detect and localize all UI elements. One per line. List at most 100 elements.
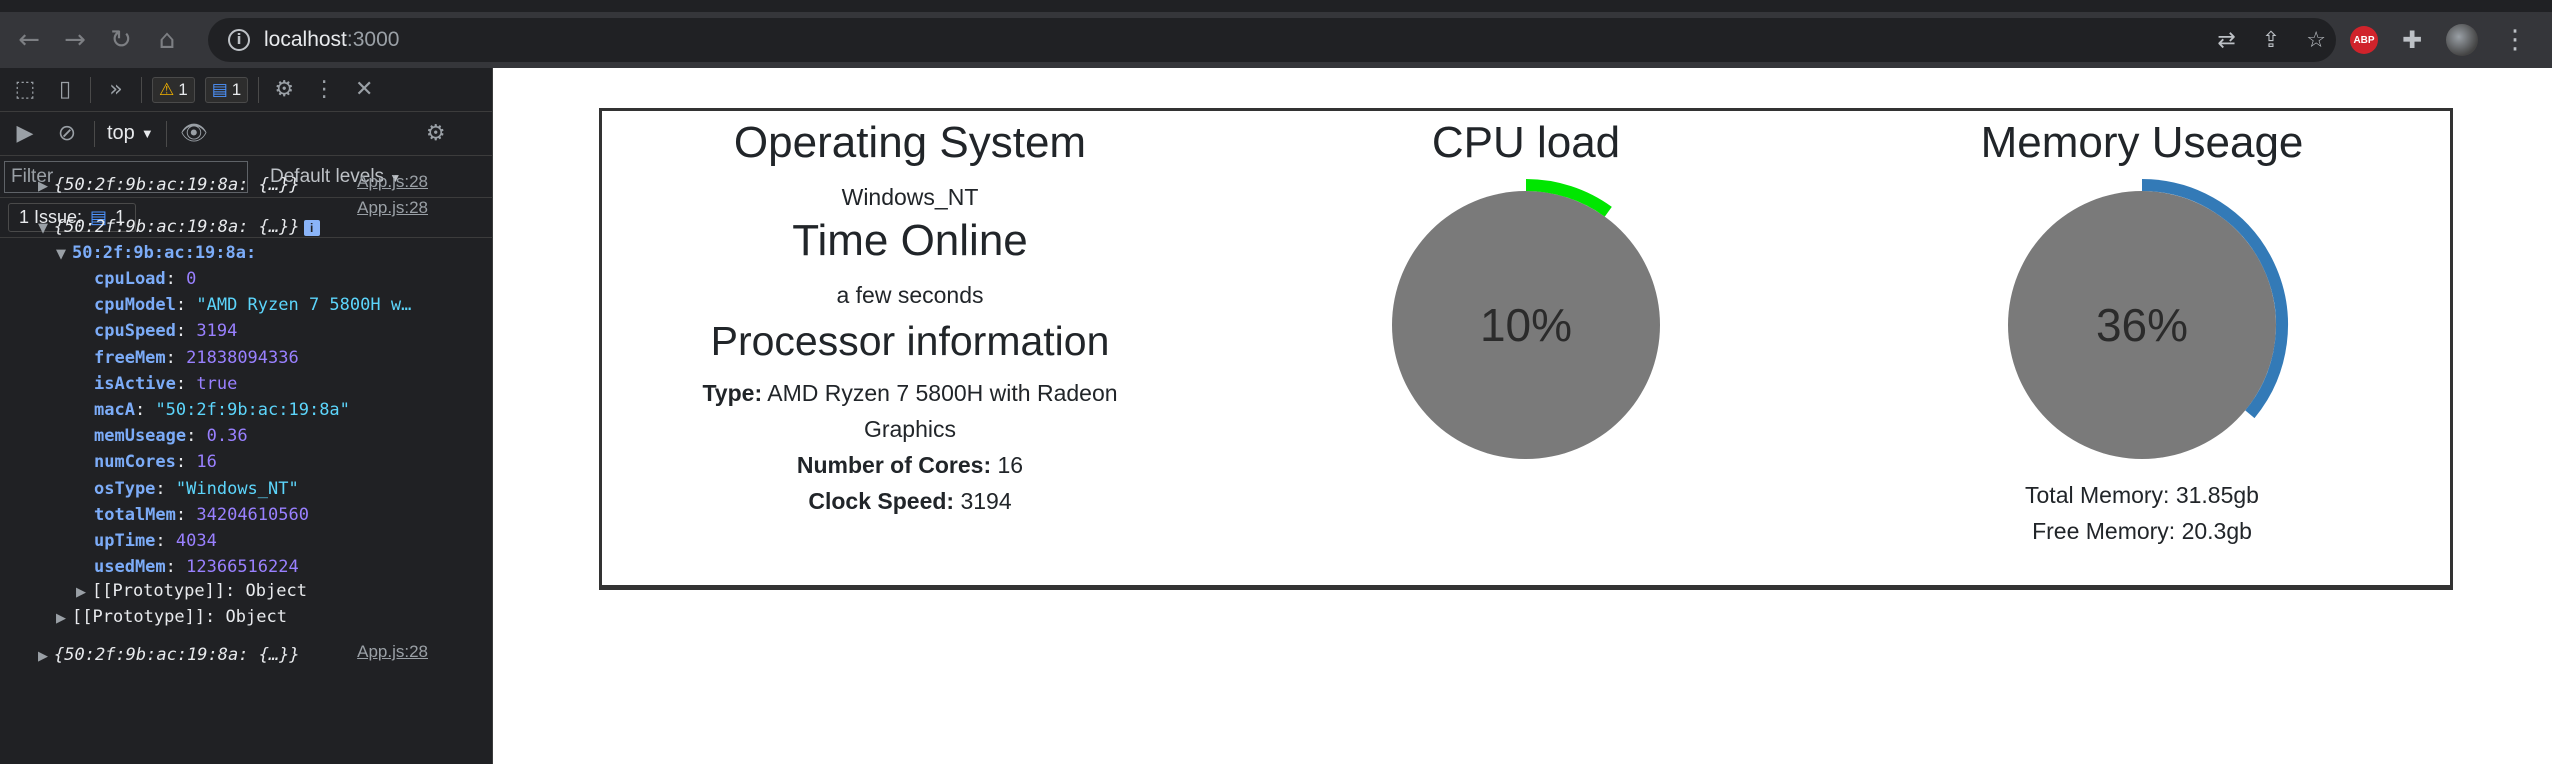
warning-count: 1 bbox=[178, 79, 188, 99]
close-icon[interactable]: ✕ bbox=[349, 77, 379, 102]
property-key: usedMem bbox=[94, 557, 166, 578]
forward-icon[interactable]: → bbox=[52, 17, 98, 63]
console-property-upTime[interactable]: upTime: 4034 bbox=[0, 528, 217, 554]
cpu-gauge-svg: 10% bbox=[1392, 179, 1660, 459]
cpu-percent-label: 10% bbox=[1480, 299, 1572, 351]
property-key: memUseage bbox=[94, 426, 187, 447]
property-value: 4034 bbox=[175, 531, 217, 551]
source-link[interactable]: App.js:28 bbox=[357, 172, 428, 192]
translate-icon[interactable]: ⇄ bbox=[2217, 28, 2235, 53]
back-icon[interactable]: ← bbox=[6, 17, 52, 63]
property-value: 3194 bbox=[196, 321, 238, 342]
console-property-totalMem[interactable]: totalMem: 34204610560 bbox=[0, 502, 309, 528]
clear-console-icon[interactable]: ⊘ bbox=[52, 121, 82, 146]
console-property-cpuModel[interactable]: cpuModel: "AMD Ryzen 7 5800H w… bbox=[0, 292, 411, 318]
info-icon[interactable]: i bbox=[303, 220, 320, 236]
free-memory: Free Memory: 20.3gb bbox=[2032, 518, 2252, 544]
total-memory: Total Memory: 31.85gb bbox=[2025, 482, 2259, 508]
settings-gear-icon[interactable]: ⚙ bbox=[269, 77, 299, 102]
home-icon[interactable]: ⌂ bbox=[144, 17, 190, 63]
property-value: 16 bbox=[196, 452, 217, 473]
divider bbox=[90, 76, 91, 103]
property-key: cpuLoad bbox=[94, 269, 166, 289]
property-value: 34204610560 bbox=[196, 504, 309, 525]
property-value: 0 bbox=[186, 269, 197, 289]
adblock-extension-icon[interactable]: ABP bbox=[2350, 26, 2378, 54]
console-property-usedMem[interactable]: usedMem: 12366516224 bbox=[0, 554, 299, 580]
console-property-numCores[interactable]: numCores: 16 bbox=[0, 449, 217, 475]
property-key: cpuSpeed bbox=[94, 321, 176, 342]
source-link[interactable]: App.js:28 bbox=[357, 642, 428, 662]
time-online-value: a few seconds bbox=[836, 282, 984, 308]
divider bbox=[141, 76, 142, 103]
live-expression-eye-icon[interactable]: 👁 bbox=[179, 121, 209, 146]
console-property-isActive[interactable]: isActive: true bbox=[0, 371, 237, 397]
memory-column: Memory Useage 36% Total Memory: 31.85gb … bbox=[1834, 111, 2450, 549]
property-key: totalMem bbox=[94, 504, 176, 525]
console-property-osType[interactable]: osType: "Windows_NT" bbox=[0, 476, 299, 502]
property-key: freeMem bbox=[94, 347, 166, 368]
url-text: localhost:3000 bbox=[264, 28, 400, 51]
processor-type: Type: AMD Ryzen 7 5800H with Radeon Grap… bbox=[702, 380, 1118, 442]
property-value: "AMD Ryzen 7 5800H w… bbox=[196, 295, 412, 316]
property-value: "50:2f:9b:ac:19:8a" bbox=[155, 400, 350, 420]
profile-avatar[interactable] bbox=[2446, 24, 2479, 56]
console-property-cpuLoad[interactable]: cpuLoad: 0 bbox=[0, 266, 196, 292]
system-info-panel: Operating System Windows_NT Time Online … bbox=[599, 108, 2453, 590]
warnings-badge[interactable]: ⚠ 1 bbox=[152, 76, 195, 103]
memory-gauge: 36% bbox=[1992, 175, 2292, 475]
property-value: 21838094336 bbox=[186, 347, 299, 368]
console-toolbar: ▶ ⊘ top ▼ 👁 ⚙ bbox=[0, 112, 492, 156]
reload-icon[interactable]: ↻ bbox=[98, 17, 144, 63]
property-key: upTime bbox=[94, 531, 156, 551]
property-key: cpuModel bbox=[94, 295, 176, 316]
inspect-element-icon[interactable]: ⬚ bbox=[10, 77, 40, 102]
message-count: 1 bbox=[231, 79, 242, 99]
console-output: ▶ {50:2f:9b:ac:19:8a: {…}} App.js:28 App.… bbox=[0, 172, 470, 696]
cpu-heading: CPU load bbox=[1431, 118, 1621, 167]
cpu-column: CPU load 10% bbox=[1218, 111, 1834, 475]
sidebar-toggle-icon[interactable]: ▶ bbox=[10, 121, 40, 146]
message-icon: ▤ bbox=[211, 79, 228, 100]
web-page: Operating System Windows_NT Time Online … bbox=[494, 68, 2552, 764]
divider bbox=[94, 120, 95, 147]
console-log-entry[interactable]: ▶ {50:2f:9b:ac:19:8a: {…}} bbox=[0, 642, 300, 668]
console-log-entry[interactable]: ▶ {50:2f:9b:ac:19:8a: {…}} bbox=[0, 172, 300, 198]
warning-icon: ⚠ bbox=[159, 79, 175, 100]
time-online-heading: Time Online bbox=[792, 216, 1028, 265]
property-key: osType bbox=[94, 478, 156, 499]
browser-menu-icon[interactable]: ⋮ bbox=[2502, 25, 2528, 55]
expanded-key-row[interactable]: ▼ 50:2f:9b:ac:19:8a: bbox=[0, 240, 256, 266]
devtools-toolbar: ⬚ ▯ » ⚠ 1 ▤ 1 ⚙ ⋮ ✕ bbox=[0, 68, 492, 112]
device-toggle-icon[interactable]: ▯ bbox=[50, 77, 80, 102]
console-property-freeMem[interactable]: freeMem: 21838094336 bbox=[0, 345, 299, 371]
console-property-memUseage[interactable]: memUseage: 0.36 bbox=[0, 423, 248, 449]
property-value: 0.36 bbox=[206, 426, 248, 447]
property-key: isActive bbox=[94, 373, 176, 394]
prototype-row[interactable]: ▶ [[Prototype]]: Object bbox=[0, 578, 307, 604]
console-property-cpuSpeed[interactable]: cpuSpeed: 3194 bbox=[0, 318, 237, 344]
memory-heading: Memory Useage bbox=[1980, 118, 2304, 167]
dropdown-arrow-icon: ▼ bbox=[140, 126, 154, 141]
property-value: true bbox=[196, 373, 238, 394]
console-settings-gear-icon[interactable]: ⚙ bbox=[421, 121, 451, 146]
bookmark-star-icon[interactable]: ☆ bbox=[2306, 28, 2326, 53]
os-value: Windows_NT bbox=[841, 184, 979, 210]
source-link[interactable]: App.js:28 bbox=[357, 198, 428, 218]
prototype-row[interactable]: ▶ [[Prototype]]: Object bbox=[0, 604, 287, 630]
processor-heading: Processor information bbox=[710, 318, 1110, 364]
site-info-icon[interactable]: i bbox=[228, 29, 250, 51]
console-property-macA[interactable]: macA: "50:2f:9b:ac:19:8a" bbox=[0, 397, 350, 423]
extensions-icon[interactable]: ✚ bbox=[2402, 26, 2422, 54]
property-key: macA bbox=[94, 400, 135, 420]
console-log-entry-expanded[interactable]: ▼ {50:2f:9b:ac:19:8a: {…}} i bbox=[0, 214, 320, 240]
share-icon[interactable]: ⇪ bbox=[2262, 28, 2280, 53]
cpu-gauge: 10% bbox=[1376, 175, 1676, 475]
context-selector[interactable]: top ▼ bbox=[107, 122, 154, 145]
devtools-menu-icon[interactable]: ⋮ bbox=[309, 77, 339, 102]
address-bar[interactable]: i localhost:3000 ⇄ ⇪ ☆ bbox=[208, 18, 2336, 62]
more-tabs-icon[interactable]: » bbox=[101, 77, 131, 102]
os-heading: Operating System bbox=[733, 118, 1087, 167]
property-key: numCores bbox=[94, 452, 176, 473]
messages-badge[interactable]: ▤ 1 bbox=[204, 76, 249, 103]
